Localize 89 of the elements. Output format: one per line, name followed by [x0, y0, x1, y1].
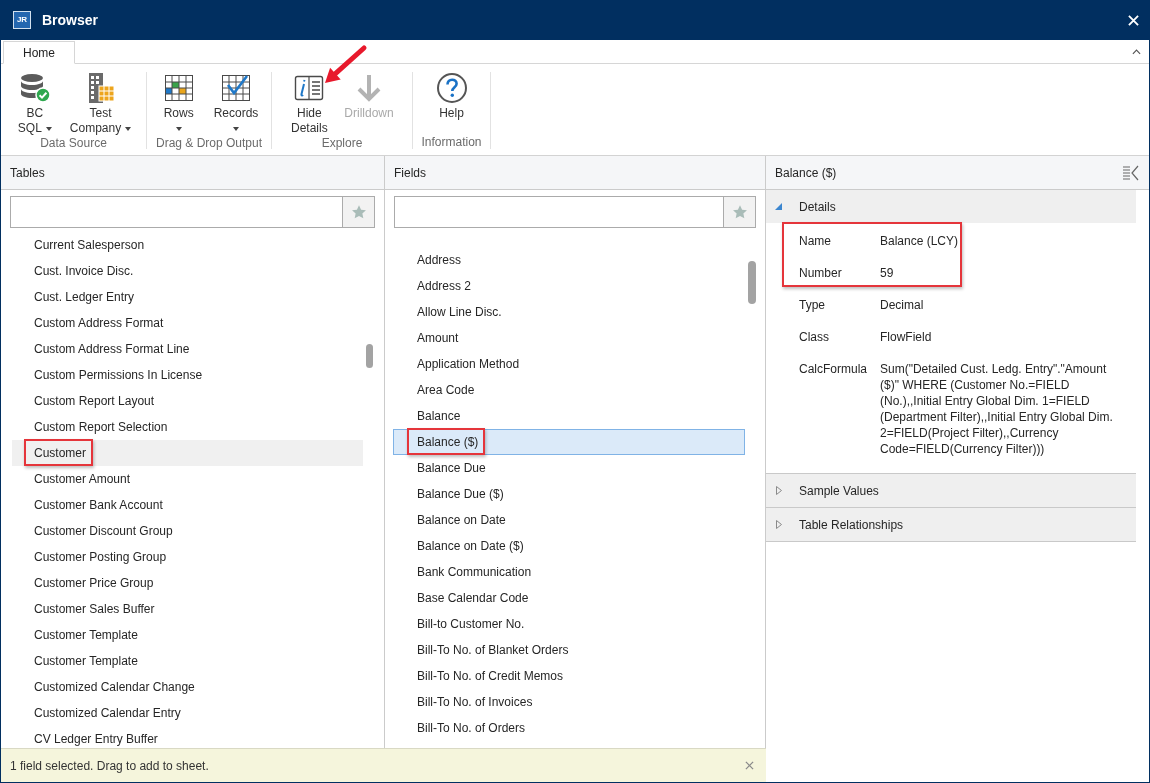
ribbon-button[interactable]: Hide Details — [284, 72, 335, 136]
field-list-item[interactable]: Area Code — [393, 377, 745, 403]
group-label: Information — [420, 135, 483, 150]
property-value: 59 — [880, 265, 895, 281]
table-list-item[interactable]: Customer Posting Group — [12, 544, 363, 570]
scrollbar-thumb[interactable] — [748, 261, 756, 304]
property-value: Balance (LCY) — [880, 233, 960, 249]
field-list-item[interactable]: Bank Communication — [393, 559, 745, 585]
collapse-pane-button[interactable] — [1122, 164, 1140, 181]
favorites-button[interactable] — [723, 196, 756, 228]
section-header[interactable]: Details — [766, 190, 1136, 223]
table-list-item[interactable]: Customer Discount Group — [12, 518, 363, 544]
property-name: Type — [799, 297, 826, 313]
caret-up-icon — [1131, 48, 1141, 55]
panel-title: Tables — [10, 164, 45, 182]
group-label: Drag & Drop Output — [154, 136, 264, 151]
ribbon-button[interactable]: Records — [207, 72, 265, 136]
table-list-item[interactable]: Customer Sales Buffer — [12, 596, 363, 622]
field-list-item[interactable]: Balance ($) — [393, 429, 745, 455]
field-list-item[interactable]: Bill-to Customer No. — [393, 611, 745, 637]
ribbon-tab[interactable]: Home — [3, 41, 75, 64]
database-check-icon — [18, 72, 51, 104]
ribbon-button[interactable]: BC SQL — [9, 72, 60, 136]
field-list-item[interactable]: Address 2 — [393, 273, 745, 299]
collapse-ribbon-button[interactable] — [1131, 47, 1141, 56]
color-grid-icon — [162, 72, 195, 104]
table-list-item[interactable]: Custom Report Layout — [12, 388, 363, 414]
field-list-item[interactable]: Bill-To No. of Orders — [393, 715, 745, 741]
field-list-item[interactable]: Bill-To No. of Blanket Orders — [393, 637, 745, 663]
close-icon — [744, 761, 754, 770]
app-logo: JR — [13, 11, 31, 29]
table-list-item[interactable]: Customized Calendar Change — [12, 674, 363, 700]
panel-title: Fields — [394, 164, 426, 182]
star-icon — [350, 204, 367, 220]
star-icon — [731, 204, 748, 220]
favorites-button[interactable] — [342, 196, 375, 228]
field-list-item[interactable]: Balance Due ($) — [393, 481, 745, 507]
group-label: Explore — [320, 136, 364, 151]
table-list-item[interactable]: Cust. Invoice Disc. — [12, 258, 363, 284]
field-list-item[interactable]: Base Calendar Code — [393, 585, 745, 611]
help-icon — [435, 72, 468, 104]
group-label: Data Source — [39, 136, 108, 151]
table-list-item[interactable]: Custom Address Format — [12, 310, 363, 336]
property-value: Decimal — [880, 297, 925, 313]
close-button[interactable] — [1126, 13, 1140, 27]
table-list-item[interactable]: Customer Template — [12, 622, 363, 648]
field-list-item[interactable]: Address — [393, 247, 745, 273]
field-list-item[interactable]: Bill-To No. of Invoices — [393, 689, 745, 715]
field-list-item[interactable]: Application Method — [393, 351, 745, 377]
table-list-item[interactable]: Customer — [12, 440, 363, 466]
field-list-item[interactable]: Amount — [393, 325, 745, 351]
property-value: FlowField — [880, 329, 933, 345]
property-name: Class — [799, 329, 830, 345]
section-header[interactable]: Table Relationships — [766, 508, 1136, 541]
table-list-item[interactable]: Customer Amount — [12, 466, 363, 492]
ribbon-button[interactable]: Test Company — [63, 72, 138, 136]
search-field[interactable] — [10, 196, 342, 228]
field-list-item[interactable]: Allow Line Disc. — [393, 299, 745, 325]
field-list-item[interactable]: Bill-To No. of Credit Memos — [393, 663, 745, 689]
property-name: CalcFormula — [799, 361, 868, 378]
scrollbar-thumb[interactable] — [366, 344, 373, 368]
table-list-item[interactable]: Custom Permissions In License — [12, 362, 363, 388]
property-value: Sum("Detailed Cust. Ledg. Entry"."Amount ($)" WHERE (Customer No.=FIELD (No.),,Initial Entry Global Dim. 1=FIELD (Department Filter),,Initial Entry Global Dim. 2=FIELD(Project Filter),,Currency Code=FIELD(Currency Filter))) — [880, 361, 1114, 457]
grid-check-icon — [220, 72, 252, 104]
section-header[interactable]: Sample Values — [766, 474, 1136, 507]
property-name: Name — [799, 233, 832, 249]
field-list-item[interactable]: Balance on Date — [393, 507, 745, 533]
field-list-item[interactable]: Balance Due — [393, 455, 745, 481]
window-title: Browser — [42, 10, 99, 30]
table-list-item[interactable]: Cust. Ledger Entry — [12, 284, 363, 310]
close-icon — [1127, 14, 1139, 26]
table-list-item[interactable]: Customer Bank Account — [12, 492, 363, 518]
field-list-item[interactable]: Balance on Date ($) — [393, 533, 745, 559]
table-list-item[interactable]: Custom Address Format Line — [12, 336, 363, 362]
table-list-item[interactable]: Custom Report Selection — [12, 414, 363, 440]
ribbon-button[interactable]: Help — [426, 72, 477, 121]
ribbon-button[interactable]: Rows — [153, 72, 204, 136]
table-list-item[interactable]: Customized Calendar Entry — [12, 700, 363, 726]
field-list-item[interactable]: Balance — [393, 403, 745, 429]
status-message: 1 field selected. Drag to add to sheet. — [10, 757, 209, 775]
property-name: Number — [799, 265, 843, 281]
table-list-item[interactable]: CV Ledger Entry Buffer — [12, 726, 363, 748]
dismiss-button[interactable] — [744, 760, 754, 771]
search-field[interactable] — [394, 196, 723, 228]
table-list-item[interactable]: Customer Price Group — [12, 570, 363, 596]
table-list-item[interactable]: Customer Template — [12, 648, 363, 674]
collapse-pane-icon — [1122, 164, 1140, 181]
panel-title: Balance ($) — [775, 164, 837, 182]
table-list-item[interactable]: Current Salesperson — [12, 232, 363, 258]
